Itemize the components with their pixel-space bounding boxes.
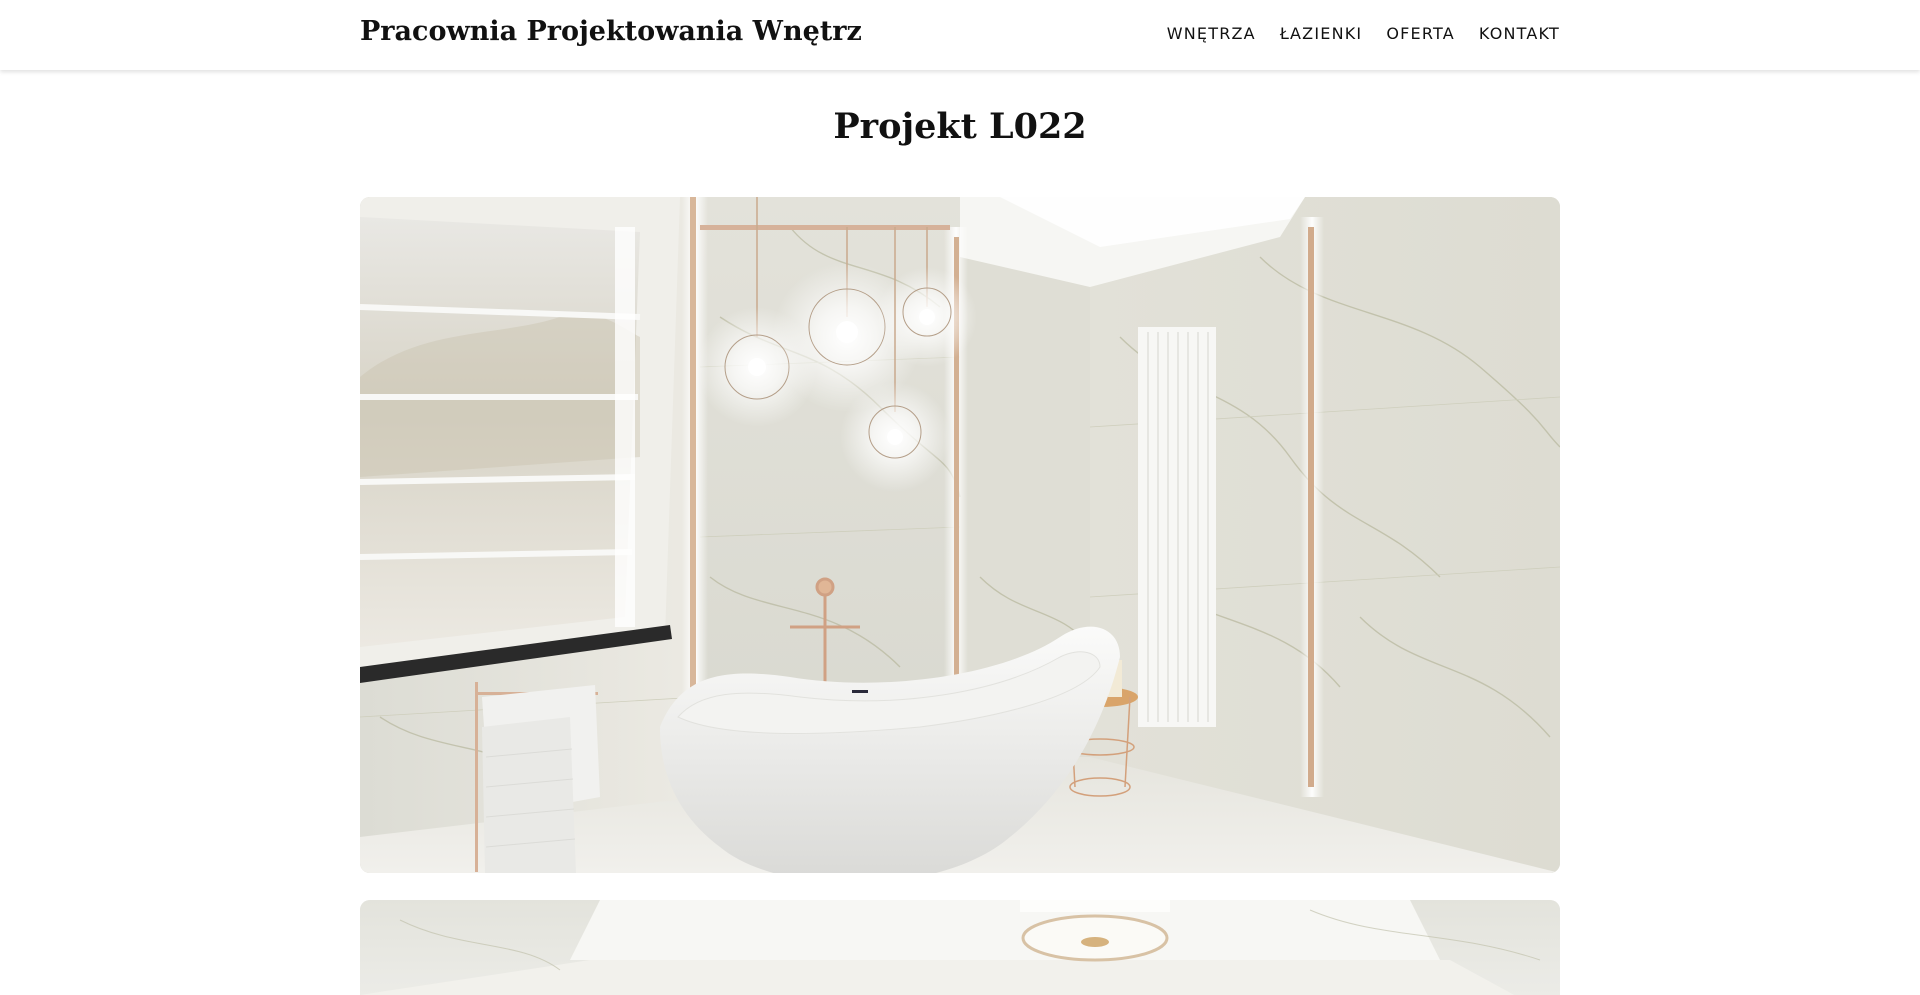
nav-link-wnetrza[interactable]: WNĘTRZA <box>1167 24 1256 43</box>
bathroom-render <box>360 197 1560 873</box>
nav-link-lazienki[interactable]: ŁAZIENKI <box>1280 24 1363 43</box>
gallery-image-bathroom-ceiling[interactable] <box>360 900 1560 995</box>
page-title: Projekt L022 <box>833 106 1087 147</box>
main-nav: WNĘTRZA ŁAZIENKI OFERTA KONTAKT <box>1167 24 1560 43</box>
site-logo-link[interactable]: Pracownia Projektowania Wnętrz <box>360 16 862 47</box>
nav-link-oferta[interactable]: OFERTA <box>1386 24 1455 43</box>
nav-link-kontakt[interactable]: KONTAKT <box>1479 24 1560 43</box>
bathroom-ceiling-render <box>360 900 1560 995</box>
site-header: Pracownia Projektowania Wnętrz WNĘTRZA Ł… <box>0 0 1920 70</box>
gallery-image-bathroom[interactable] <box>360 197 1560 873</box>
